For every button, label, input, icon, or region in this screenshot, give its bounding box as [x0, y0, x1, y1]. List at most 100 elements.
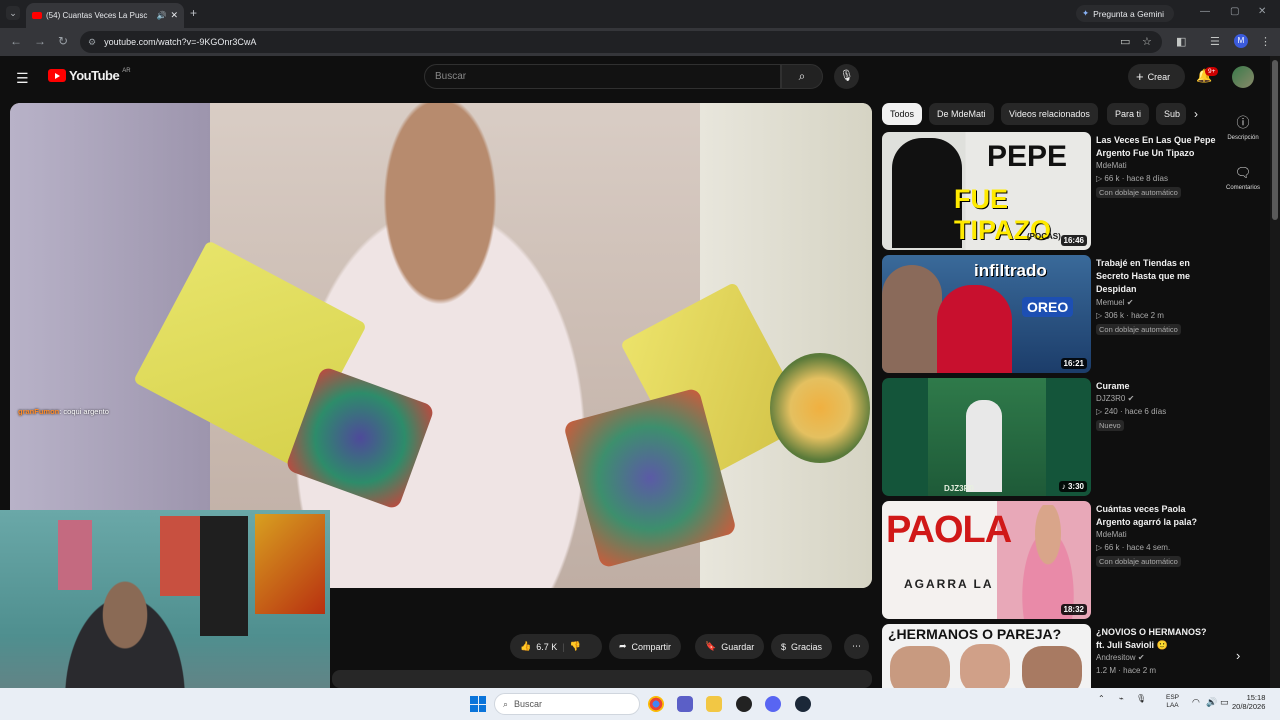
browser-tab-active[interactable]: (54) Cuantas Veces La Pusc 🔊 ✕: [26, 3, 184, 28]
site-info-icon[interactable]: ⚙: [88, 37, 96, 48]
close-window-icon[interactable]: ✕: [1258, 6, 1266, 17]
channel-label: Memuel: [1096, 298, 1125, 307]
maximize-icon[interactable]: ▢: [1230, 6, 1239, 17]
thumbnail-figure: [937, 285, 1012, 373]
taskbar-search[interactable]: ⌕ Buscar: [494, 693, 640, 715]
like-button[interactable]: 👍 6.7 K | 👎: [510, 634, 602, 659]
reading-list-icon[interactable]: ☰: [1210, 35, 1220, 48]
chip-subscriptions[interactable]: Sub: [1156, 103, 1186, 125]
video-meta: 1.2 M · hace 2 m: [1096, 666, 1157, 675]
video-title[interactable]: Trabajé en Tiendas en Secreto Hasta que …: [1096, 257, 1216, 296]
create-button[interactable]: + Crear: [1128, 64, 1185, 89]
recommendation-item[interactable]: PAOLA AGARRA LA 18:32 Cuántas veces Paol…: [882, 501, 1212, 619]
share-button[interactable]: ➦ Compartir: [609, 634, 682, 659]
extensions-icon[interactable]: ◧: [1176, 35, 1186, 48]
youtube-logo[interactable]: YouTube AR: [48, 68, 131, 83]
video-thumbnail[interactable]: ¿HERMANOS O PAREJA?: [882, 624, 1091, 688]
chip-for-you[interactable]: Para ti: [1107, 103, 1150, 125]
thumbnail-figure: [960, 644, 1010, 688]
obs-icon[interactable]: [736, 696, 752, 712]
new-tab-button[interactable]: +: [190, 6, 197, 20]
video-thumbnail[interactable]: PEPE FUE TIPAZO (POCAS) 16:46: [882, 132, 1091, 250]
windows-start-icon[interactable]: [470, 696, 486, 712]
wifi-icon[interactable]: ◠: [1192, 697, 1200, 708]
channel-name[interactable]: MdeMati: [1096, 530, 1127, 539]
page-scrollbar-thumb[interactable]: [1272, 60, 1278, 220]
steam-icon[interactable]: [795, 696, 811, 712]
bookmark-star-icon[interactable]: ☆: [1142, 35, 1152, 48]
discord-icon[interactable]: [765, 696, 781, 712]
battery-icon[interactable]: ▭: [1220, 697, 1229, 708]
channel-name[interactable]: Memuel ✔: [1096, 298, 1133, 307]
view-count: 306 k: [1104, 311, 1124, 320]
chip-from-channel[interactable]: De MdeMati: [929, 103, 994, 125]
tab-list-button[interactable]: ⌄: [6, 6, 20, 20]
browser-menu-icon[interactable]: ⋮: [1260, 35, 1271, 48]
video-title[interactable]: Curame: [1096, 380, 1216, 393]
file-explorer-icon[interactable]: [706, 696, 722, 712]
network-icon[interactable]: ⌁: [1119, 694, 1124, 703]
microphone-icon[interactable]: 🎙: [1136, 694, 1146, 703]
recommendation-item[interactable]: ¿HERMANOS O PAREJA? ¿NOVIOS O HERMANOS? …: [882, 624, 1212, 688]
language-indicator[interactable]: ESP LAA: [1166, 694, 1179, 710]
forward-icon[interactable]: →: [34, 34, 46, 48]
video-title[interactable]: Las Veces En Las Que Pepe Argento Fue Un…: [1096, 134, 1216, 160]
save-button[interactable]: 🔖 Guardar: [695, 634, 765, 659]
thumbnail-text: DJZ3R0: [944, 484, 974, 493]
recommendation-item[interactable]: infiltrado OREO 16:21 Trabajé en Tiendas…: [882, 255, 1212, 373]
country-code: AR: [122, 67, 131, 74]
speaker-icon[interactable]: 🔊: [156, 11, 166, 20]
url-text[interactable]: youtube.com/watch?v=-9KGOnr3CwA: [104, 37, 256, 47]
channel-name[interactable]: MdeMati: [1096, 161, 1127, 170]
video-thumbnail[interactable]: infiltrado OREO 16:21: [882, 255, 1091, 373]
volume-icon[interactable]: 🔊: [1206, 697, 1217, 708]
minimize-icon[interactable]: —: [1200, 6, 1210, 17]
thumbnail-figure: [1012, 505, 1084, 619]
channel-label: Andresitow: [1096, 653, 1136, 662]
omnibox[interactable]: ⚙ youtube.com/watch?v=-9KGOnr3CwA: [80, 31, 1162, 53]
reload-icon[interactable]: ↻: [58, 34, 68, 48]
taskbar-clock[interactable]: 15:18 20/8/2026: [1232, 693, 1265, 711]
video-thumbnail[interactable]: PAOLA AGARRA LA 18:32: [882, 501, 1091, 619]
thumbnail-text: PAOLA: [886, 509, 1012, 551]
description-panel-button[interactable]: ⓘ Descripción: [1217, 112, 1269, 141]
chevron-right-icon[interactable]: ›: [1194, 107, 1198, 121]
close-tab-icon[interactable]: ✕: [170, 10, 178, 21]
hamburger-menu-icon[interactable]: ☰: [16, 70, 29, 87]
channel-name[interactable]: DJZ3R0 ✔: [1096, 394, 1134, 403]
account-avatar[interactable]: [1232, 66, 1254, 88]
video-title[interactable]: ¿NOVIOS O HERMANOS? ft. Juli Savioli 🙂: [1096, 626, 1212, 652]
chip-related[interactable]: Videos relacionados: [1001, 103, 1098, 125]
upload-age: hace 6 días: [1124, 407, 1167, 416]
chevron-up-icon[interactable]: ⌃: [1098, 694, 1105, 703]
ask-gemini-button[interactable]: ✦ Pregunta a Gemini: [1076, 5, 1174, 22]
chrome-icon[interactable]: [648, 696, 664, 712]
thumbs-down-icon[interactable]: 👎: [570, 641, 581, 652]
chevron-right-icon[interactable]: ›: [1236, 648, 1240, 663]
teams-icon[interactable]: [677, 696, 693, 712]
cast-icon[interactable]: ▭: [1120, 35, 1130, 48]
language-code: ESP: [1166, 694, 1180, 701]
upload-age: hace 2 m: [1131, 311, 1164, 320]
description-box[interactable]: [332, 670, 872, 688]
view-count: 66 k: [1104, 174, 1120, 183]
verified-icon: ✔: [1137, 653, 1145, 662]
verified-icon: ✔: [1126, 298, 1134, 307]
more-icon: ⋯: [852, 641, 861, 651]
video-thumbnail[interactable]: DJZ3R0 ♪ 3:30: [882, 378, 1091, 496]
video-title[interactable]: Cuántas veces Paola Argento agarró la pa…: [1096, 503, 1216, 529]
back-icon[interactable]: ←: [10, 34, 22, 48]
chip-all[interactable]: Todos: [882, 103, 923, 125]
comments-panel-button[interactable]: 🗨 Comentarios: [1217, 165, 1269, 191]
thanks-button[interactable]: $ Gracias: [771, 634, 833, 659]
recommendation-item[interactable]: DJZ3R0 ♪ 3:30 Curame DJZ3R0 ✔ ▷ 240 · ha…: [882, 378, 1212, 496]
profile-avatar[interactable]: M: [1234, 34, 1248, 48]
search-button[interactable]: ⌕: [781, 64, 823, 89]
more-actions-button[interactable]: ⋯: [844, 634, 869, 659]
dub-tag: Con doblaje automático: [1096, 324, 1181, 335]
channel-name[interactable]: Andresitow ✔: [1096, 653, 1145, 662]
search-input[interactable]: Buscar: [424, 64, 781, 89]
dub-tag: Con doblaje automático: [1096, 187, 1181, 198]
recommendation-item[interactable]: PEPE FUE TIPAZO (POCAS) 16:46 Las Veces …: [882, 132, 1216, 250]
voice-search-button[interactable]: 🎙: [834, 64, 859, 89]
